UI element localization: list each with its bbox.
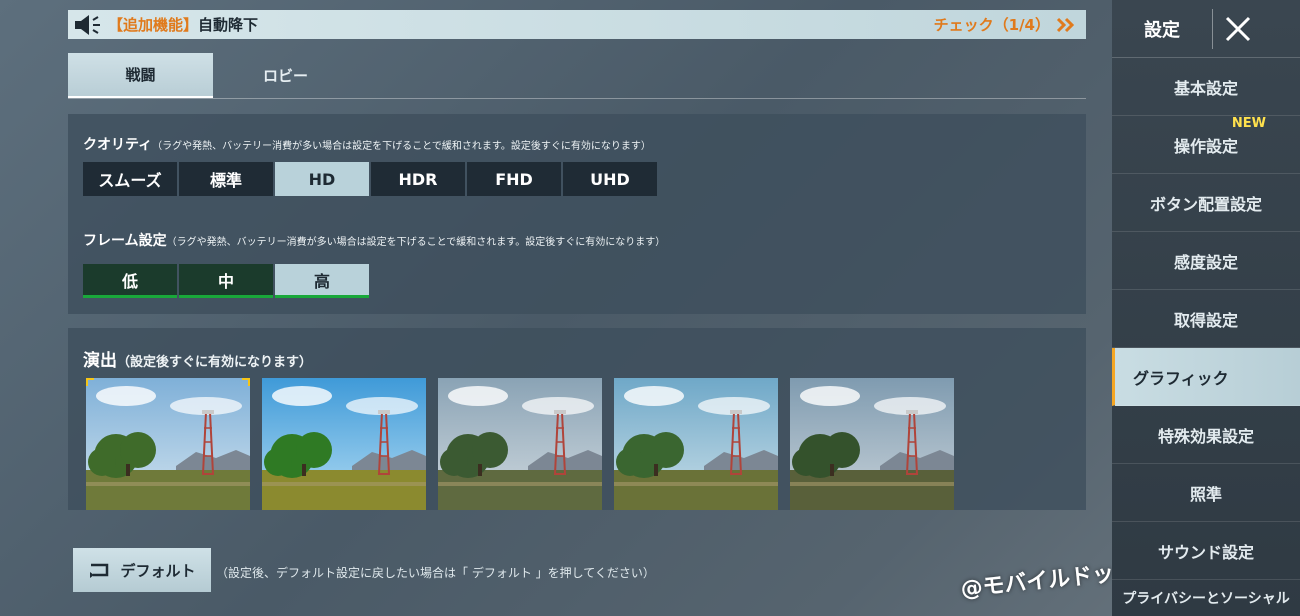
quality-option-hd[interactable]: HD bbox=[275, 162, 369, 196]
sidebar-item-basic[interactable]: 基本設定 bbox=[1112, 58, 1300, 116]
quality-title: クオリティ（ラグや発熱、バッテリー消費が多い場合は設定を下げることで緩和されます… bbox=[83, 134, 651, 154]
frame-title: フレーム設定（ラグや発熱、バッテリー消費が多い場合は設定を下げることで緩和されま… bbox=[83, 230, 665, 250]
style-preset-5[interactable] bbox=[790, 378, 954, 510]
sidebar-item-label: 取得設定 bbox=[1173, 310, 1238, 330]
style-presets bbox=[86, 378, 954, 510]
quality-note: （ラグや発熱、バッテリー消費が多い場合は設定を下げることで緩和されます。設定後す… bbox=[152, 141, 651, 152]
speaker-icon bbox=[68, 14, 108, 36]
check-link[interactable]: チェック（1/4） bbox=[934, 14, 1076, 35]
quality-option-standard[interactable]: 標準 bbox=[179, 162, 273, 196]
sidebar-item-label: プライバシーとソーシャル bbox=[1122, 591, 1290, 607]
sidebar-item-label: 感度設定 bbox=[1173, 252, 1238, 272]
preset-scene-image bbox=[790, 378, 954, 510]
check-label: チェック（1/4） bbox=[933, 16, 1050, 34]
quality-option-uhd[interactable]: UHD bbox=[563, 162, 657, 196]
style-title-text: 演出 bbox=[83, 351, 117, 371]
notice-tag: 【追加機能】 bbox=[108, 16, 199, 34]
sidebar-header: 設定 bbox=[1112, 0, 1300, 58]
style-panel: 演出（設定後すぐに有効になります） bbox=[68, 328, 1086, 510]
frame-title-text: フレーム設定 bbox=[83, 233, 167, 249]
sidebar-item-label: 特殊効果設定 bbox=[1157, 426, 1254, 446]
sidebar-item-label: 基本設定 bbox=[1173, 78, 1238, 98]
default-note: （設定後、デフォルト設定に戻したい場合は「 デフォルト 」を押してください） bbox=[216, 566, 655, 580]
style-preset-4[interactable] bbox=[614, 378, 778, 510]
default-label: デフォルト bbox=[120, 561, 196, 580]
quality-option-fhd[interactable]: FHD bbox=[467, 162, 561, 196]
tab-battle[interactable]: 戦闘 bbox=[68, 53, 213, 98]
close-button[interactable] bbox=[1212, 8, 1262, 49]
preset-scene-image bbox=[438, 378, 602, 510]
selection-corner bbox=[86, 378, 94, 386]
quality-selector: スムーズ 標準 HD HDR FHD UHD bbox=[83, 162, 657, 196]
preset-scene-image bbox=[86, 378, 250, 510]
settings-sidebar: 設定 基本設定 操作設定 NEW ボタン配置設定 感度設定 取得設定 グラフィック… bbox=[1112, 0, 1300, 616]
frame-note: （ラグや発熱、バッテリー消費が多い場合は設定を下げることで緩和されます。設定後す… bbox=[166, 237, 666, 248]
quality-option-hdr[interactable]: HDR bbox=[371, 162, 465, 196]
sidebar-item-crosshair[interactable]: 照準 bbox=[1112, 464, 1300, 522]
sidebar-item-sensitivity[interactable]: 感度設定 bbox=[1112, 232, 1300, 290]
style-title: 演出（設定後すぐに有効になります） bbox=[83, 346, 312, 371]
quality-panel: クオリティ（ラグや発熱、バッテリー消費が多い場合は設定を下げることで緩和されます… bbox=[68, 114, 1086, 314]
quality-option-smooth[interactable]: スムーズ bbox=[83, 162, 177, 196]
sidebar-item-label: ボタン配置設定 bbox=[1149, 194, 1262, 214]
style-preset-3[interactable] bbox=[438, 378, 602, 510]
quality-title-text: クオリティ bbox=[83, 137, 153, 153]
frame-option-mid[interactable]: 中 bbox=[179, 264, 273, 298]
sidebar-item-sound[interactable]: サウンド設定 bbox=[1112, 522, 1300, 580]
close-icon bbox=[1225, 16, 1250, 41]
sidebar-item-label: 照準 bbox=[1189, 484, 1222, 504]
style-preset-2[interactable] bbox=[262, 378, 426, 510]
preset-scene-image bbox=[262, 378, 426, 510]
style-note: （設定後すぐに有効になります） bbox=[117, 355, 313, 370]
sidebar-item-label: 操作設定 bbox=[1173, 136, 1238, 156]
new-badge: NEW bbox=[1231, 116, 1266, 131]
default-button[interactable]: デフォルト bbox=[73, 548, 211, 592]
sidebar-item-controls[interactable]: 操作設定 NEW bbox=[1112, 116, 1300, 174]
sidebar-item-label: グラフィック bbox=[1133, 368, 1229, 388]
style-preset-1[interactable] bbox=[86, 378, 250, 510]
frame-selector: 低 中 高 bbox=[83, 264, 369, 298]
tab-lobby[interactable]: ロビー bbox=[213, 53, 358, 98]
sidebar-item-graphics[interactable]: グラフィック bbox=[1112, 348, 1300, 406]
sidebar-item-effects[interactable]: 特殊効果設定 bbox=[1112, 406, 1300, 464]
selection-corner bbox=[242, 378, 250, 386]
preset-scene-image bbox=[614, 378, 778, 510]
sidebar-item-label: サウンド設定 bbox=[1157, 542, 1254, 562]
sidebar-item-layout[interactable]: ボタン配置設定 bbox=[1112, 174, 1300, 232]
frame-option-low[interactable]: 低 bbox=[83, 264, 177, 298]
sidebar-item-pickup[interactable]: 取得設定 bbox=[1112, 290, 1300, 348]
sidebar-title: 設定 bbox=[1144, 19, 1180, 41]
reset-icon bbox=[90, 563, 109, 578]
notice-bar[interactable]: 【追加機能】 自動降下 チェック（1/4） bbox=[68, 10, 1086, 39]
tab-bar: 戦闘 ロビー bbox=[68, 53, 1086, 99]
sidebar-item-privacy[interactable]: プライバシーとソーシャル bbox=[1112, 580, 1300, 616]
notice-message: 自動降下 bbox=[198, 16, 259, 34]
double-chevron-right-icon bbox=[1056, 17, 1075, 32]
frame-option-high[interactable]: 高 bbox=[275, 264, 369, 298]
